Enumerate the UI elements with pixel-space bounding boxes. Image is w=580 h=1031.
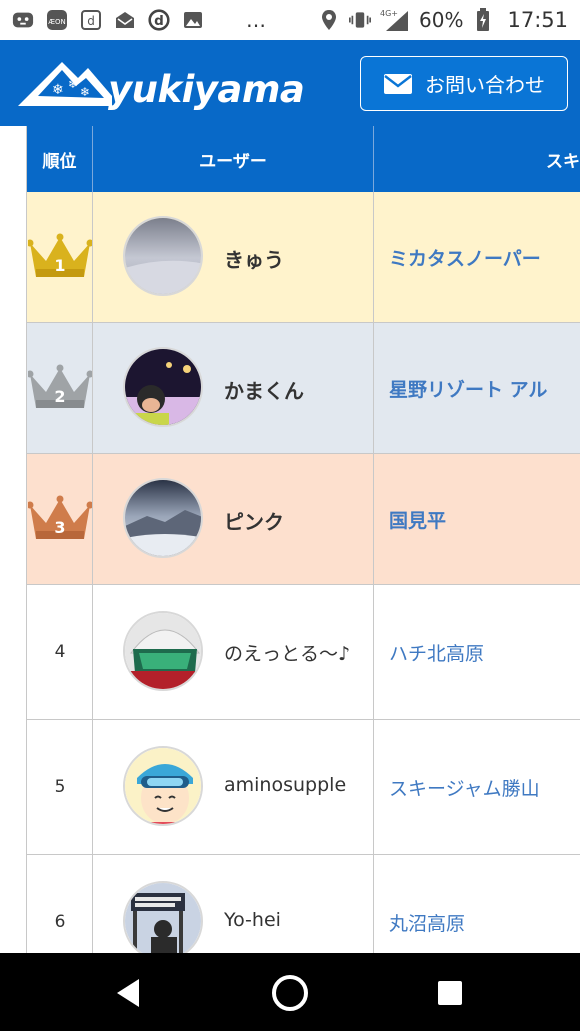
system-status: 4G+ 60% 17:51 (318, 8, 568, 32)
rank-cell: 4 (27, 585, 93, 719)
vibrate-icon (349, 9, 372, 31)
home-circle-icon (272, 975, 308, 1011)
silver-crown-icon: 2 (27, 323, 93, 453)
rank-cell: 1 (27, 192, 93, 322)
user-cell: かまくん (93, 323, 374, 453)
signal-icon: 4G+ (380, 9, 410, 31)
site-header: ❄ ❄ ❄ yukiyama お問い合わせ (0, 40, 580, 126)
header-resort: スキ (546, 151, 580, 172)
bronze-crown-icon: 3 (27, 454, 93, 584)
status-bar: ÆON d d … 4G+ 60% 17:51 (0, 0, 580, 40)
rank-number: 3 (54, 518, 65, 537)
user-name[interactable]: aminosupple (224, 774, 346, 796)
contact-button[interactable]: お問い合わせ (360, 56, 568, 111)
system-navigation-bar (0, 953, 580, 1031)
rank-number: 5 (54, 777, 66, 797)
table-row[interactable]: 2 かまくん 星野リゾート アル (27, 323, 580, 454)
svg-text:ÆON: ÆON (48, 18, 66, 26)
svg-text:❄: ❄ (80, 85, 90, 99)
table-row[interactable]: 3 ピンク 国見平 (27, 454, 580, 585)
gold-crown-icon: 1 (27, 192, 93, 322)
rank-cell: 2 (27, 323, 93, 453)
resort-link[interactable]: 丸沼高原 (389, 909, 465, 936)
clock: 17:51 (507, 8, 568, 32)
resort-cell: スキージャム勝山 (374, 720, 580, 854)
rank-cell: 6 (27, 855, 93, 953)
user-name[interactable]: かまくん (224, 375, 304, 404)
rank-number: 2 (54, 387, 65, 406)
svg-text:d: d (154, 13, 164, 29)
table-row[interactable]: 1 きゅう ミカタスノーパー (27, 192, 580, 323)
rank-number: 6 (54, 912, 66, 932)
aeon-app-icon: ÆON (46, 9, 68, 31)
table-left-margin (0, 126, 27, 953)
resort-link[interactable]: 国見平 (389, 506, 446, 533)
svg-text:d: d (87, 14, 95, 28)
site-logo[interactable]: ❄ ❄ ❄ yukiyama (16, 56, 305, 111)
user-name[interactable]: Yo-hei (224, 909, 281, 931)
mail-icon (114, 9, 136, 31)
resort-link[interactable]: ミカタスノーパー (389, 244, 541, 271)
notification-icons: ÆON d d … (12, 8, 268, 32)
avatar[interactable] (123, 881, 203, 953)
svg-text:❄: ❄ (68, 77, 78, 91)
avatar[interactable] (123, 347, 203, 427)
user-cell: のえっとる〜♪ (93, 585, 374, 719)
user-cell: Yo-hei (93, 855, 374, 953)
resort-cell: ミカタスノーパー (374, 192, 580, 322)
rank-number: 4 (54, 642, 66, 662)
user-cell: ピンク (93, 454, 374, 584)
resort-cell: ハチ北高原 (374, 585, 580, 719)
user-cell: きゅう (93, 192, 374, 322)
battery-percent: 60% (419, 8, 464, 32)
header-rank: 順位 (27, 126, 93, 192)
table-row[interactable]: 6 Yo-hei 丸沼高原 (27, 855, 580, 953)
rank-number: 1 (54, 256, 65, 275)
avatar[interactable] (123, 478, 203, 558)
network-type: 4G+ (380, 9, 398, 18)
table-row[interactable]: 4 のえっとる〜♪ ハチ北高原 (27, 585, 580, 720)
recent-apps-button[interactable] (430, 973, 470, 1013)
resort-cell: 丸沼高原 (374, 855, 580, 953)
ranking-table: 順位 ユーザー スキ 1 きゅう ミカタスノーパー 2 かまくん 星野リゾート … (0, 126, 580, 953)
user-name[interactable]: きゅう (224, 244, 284, 273)
image-icon (182, 9, 204, 31)
envelope-icon (384, 73, 412, 94)
svg-text:❄: ❄ (52, 82, 64, 98)
battery-icon (472, 8, 494, 31)
table-border-left (26, 126, 27, 953)
mountain-snowflake-logo-icon: ❄ ❄ ❄ (18, 62, 112, 106)
site-logo-text: yukiyama (108, 68, 305, 111)
user-name[interactable]: のえっとる〜♪ (224, 639, 350, 666)
back-triangle-icon (117, 979, 139, 1007)
user-name[interactable]: ピンク (224, 506, 284, 535)
location-icon (318, 9, 340, 31)
user-cell: aminosupple (93, 720, 374, 854)
table-header: 順位 ユーザー スキ (27, 126, 580, 192)
resort-link[interactable]: ハチ北高原 (389, 639, 484, 666)
resort-cell: 国見平 (374, 454, 580, 584)
header-user: ユーザー (93, 126, 374, 192)
rank-cell: 5 (27, 720, 93, 854)
avatar[interactable] (123, 611, 203, 691)
more-notifications-indicator: … (246, 8, 268, 32)
rank-cell: 3 (27, 454, 93, 584)
avatar[interactable] (123, 746, 203, 826)
recents-square-icon (438, 981, 462, 1005)
resort-link[interactable]: 星野リゾート アル (389, 375, 547, 402)
resort-cell: 星野リゾート アル (374, 323, 580, 453)
game-controller-icon (12, 9, 34, 31)
d-logo-icon: d (148, 9, 170, 31)
d-square-icon: d (80, 9, 102, 31)
table-row[interactable]: 5 aminosupple スキージャム勝山 (27, 720, 580, 855)
home-button[interactable] (270, 973, 310, 1013)
contact-button-label: お問い合わせ (425, 73, 545, 97)
avatar[interactable] (123, 216, 203, 296)
back-button[interactable] (108, 973, 148, 1013)
resort-link[interactable]: スキージャム勝山 (389, 774, 540, 801)
